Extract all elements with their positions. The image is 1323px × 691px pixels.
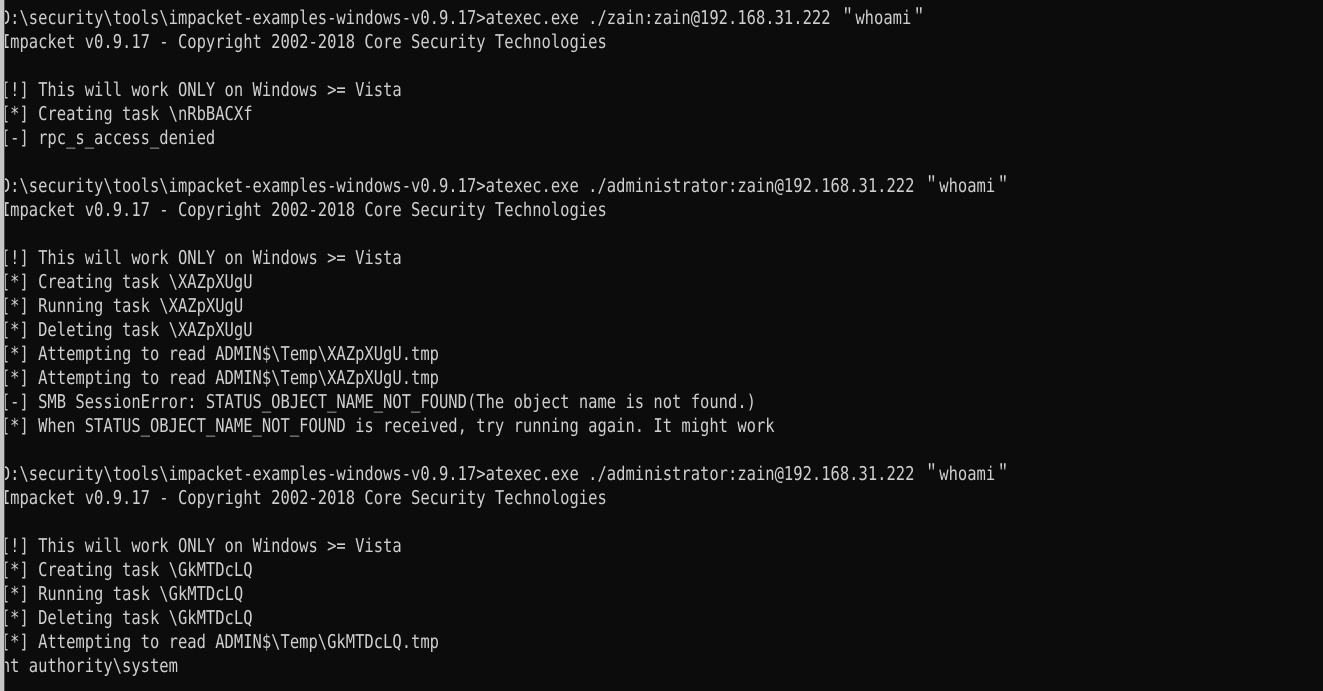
terminal-line: [!] This will work ONLY on Windows >= Vi… bbox=[0, 535, 402, 557]
terminal-line: [*] When STATUS_OBJECT_NAME_NOT_FOUND is… bbox=[0, 415, 775, 437]
terminal-line: [-] rpc_s_access_denied bbox=[0, 127, 216, 149]
terminal-line: [*] Attempting to read ADMIN$\Temp\XAZpX… bbox=[0, 367, 439, 389]
terminal-line: D:\security\tools\impacket-examples-wind… bbox=[0, 463, 1011, 485]
terminal-line: [*] Running task \GkMTDcLQ bbox=[0, 583, 244, 605]
terminal-line: [*] Creating task \XAZpXUgU bbox=[0, 271, 253, 293]
terminal-line: [*] Attempting to read ADMIN$\Temp\GkMTD… bbox=[0, 631, 439, 653]
terminal-line: [*] Attempting to read ADMIN$\Temp\XAZpX… bbox=[0, 343, 439, 365]
terminal-line: D:\security\tools\impacket-examples-wind… bbox=[0, 175, 1011, 197]
terminal-line: [!] This will work ONLY on Windows >= Vi… bbox=[0, 247, 402, 269]
terminal-line: [*] Deleting task \GkMTDcLQ bbox=[0, 607, 253, 629]
terminal-line: [*] Creating task \nRbBACXf bbox=[0, 103, 253, 125]
terminal-line: D:\security\tools\impacket-examples-wind… bbox=[0, 7, 927, 29]
terminal-line: Impacket v0.9.17 - Copyright 2002-2018 C… bbox=[0, 199, 607, 221]
terminal-line: Impacket v0.9.17 - Copyright 2002-2018 C… bbox=[0, 31, 607, 53]
terminal-output[interactable]: D:\security\tools\impacket-examples-wind… bbox=[0, 0, 1323, 691]
window-scrollbar[interactable] bbox=[0, 0, 5, 691]
terminal-line: [!] This will work ONLY on Windows >= Vi… bbox=[0, 79, 402, 101]
terminal-line: Impacket v0.9.17 - Copyright 2002-2018 C… bbox=[0, 487, 607, 509]
terminal-line: [-] SMB SessionError: STATUS_OBJECT_NAME… bbox=[0, 391, 756, 413]
terminal-line: [*] Deleting task \XAZpXUgU bbox=[0, 319, 253, 341]
terminal-line: [*] Creating task \GkMTDcLQ bbox=[0, 559, 253, 581]
terminal-line: nt authority\system bbox=[0, 655, 178, 677]
terminal-line: [*] Running task \XAZpXUgU bbox=[0, 295, 244, 317]
